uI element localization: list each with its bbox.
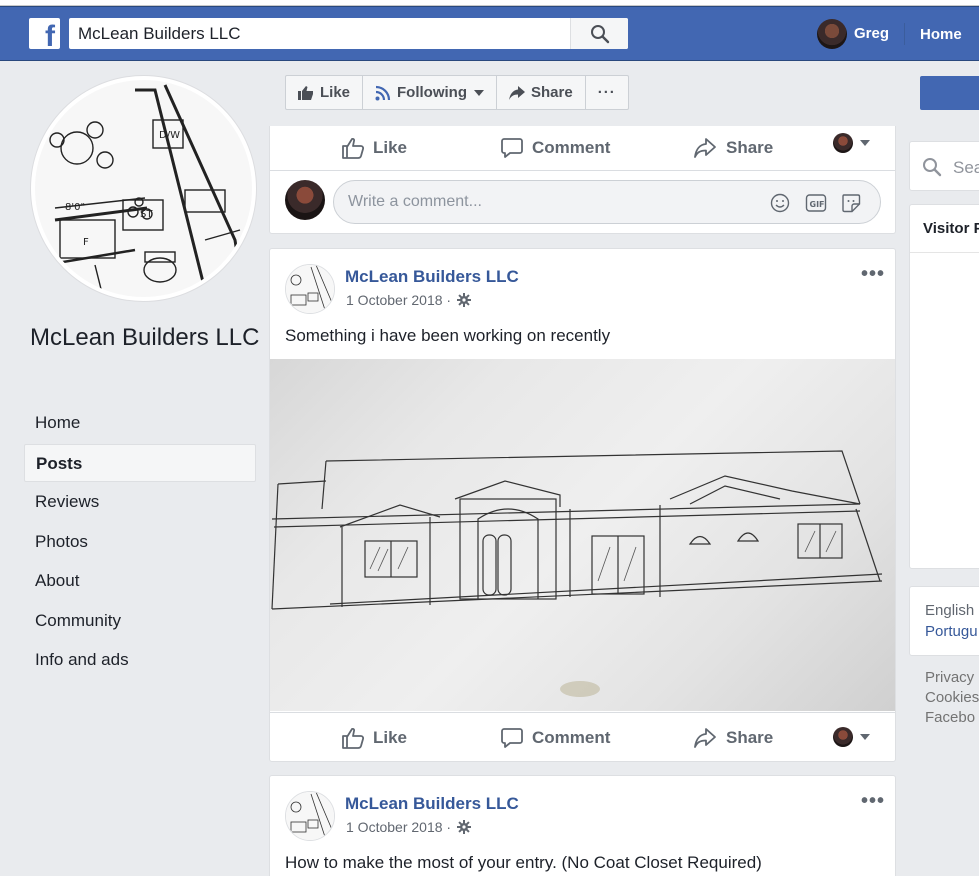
post-author-avatar[interactable] [285, 791, 335, 841]
page-following-button[interactable]: Following [362, 75, 497, 110]
page-more-button[interactable]: ··· [584, 75, 629, 110]
nav-home-link[interactable]: Home [920, 26, 962, 43]
facebook-logo-icon[interactable]: f [29, 18, 60, 52]
search-icon [923, 158, 942, 177]
chevron-down-icon [474, 89, 484, 96]
gear-icon [457, 293, 472, 307]
footer-links: Privacy Cookies Facebo [925, 668, 979, 728]
post-author-name[interactable]: McLean Builders LLC [345, 794, 519, 814]
like-button[interactable]: Like [342, 713, 407, 763]
share-arrow-outline-icon [694, 728, 716, 748]
visitor-posts-title: Visitor P [923, 220, 979, 237]
visitor-posts-panel: Visitor P [909, 204, 979, 569]
page-title: McLean Builders LLC [30, 324, 260, 351]
post-date[interactable]: 1 October 2018 · [346, 819, 451, 835]
reaction-bar: Like Comment Share [270, 712, 895, 762]
footer-link-cookies[interactable]: Cookies [925, 688, 979, 708]
post-photo[interactable] [270, 359, 895, 711]
nav-user-name: Greg [854, 25, 890, 42]
post-text: How to make the most of your entry. (No … [285, 853, 762, 872]
reaction-identity-selector[interactable] [833, 133, 870, 153]
emoji-icon[interactable] [770, 193, 790, 213]
nav-item-info-and-ads[interactable]: Info and ads [24, 641, 256, 679]
post-date[interactable]: 1 October 2018 · [346, 292, 451, 308]
comment-button[interactable]: Comment [501, 126, 610, 170]
nav-item-posts[interactable]: Posts [24, 443, 256, 482]
page-search-placeholder: Sea [953, 158, 979, 177]
post-text: Something i have been working on recentl… [285, 326, 611, 345]
house-elevation-sketch-image [271, 450, 883, 697]
thumbs-up-outline-icon [342, 137, 364, 159]
floorplan-sketch-image: D/W 8'0" F ST [35, 80, 252, 297]
page-search-box[interactable]: Sea [909, 141, 979, 191]
share-button[interactable]: Share [693, 126, 773, 170]
footer-link-privacy[interactable]: Privacy [925, 668, 979, 688]
share-arrow-icon [509, 85, 525, 100]
share-button[interactable]: Share [693, 713, 773, 763]
nav-item-home[interactable]: Home [24, 404, 256, 442]
thumbs-up-outline-icon [342, 727, 364, 749]
svg-text:D/W: D/W [159, 130, 180, 141]
nav-item-community[interactable]: Community [24, 602, 256, 640]
post-card: McLean Builders LLC 1 October 2018 · •••… [269, 248, 896, 762]
nav-divider [904, 23, 905, 45]
divider [910, 252, 979, 253]
commenter-avatar [285, 180, 325, 220]
gear-icon [457, 820, 472, 834]
svg-text:8'0": 8'0" [65, 202, 85, 213]
post-author-name[interactable]: McLean Builders LLC [345, 267, 519, 287]
chevron-down-icon [860, 734, 870, 740]
top-navigation-bar: f Greg Home [0, 6, 979, 61]
floorplan-thumbnail-image [286, 265, 334, 313]
post-meta: 1 October 2018 · [346, 819, 472, 835]
search-icon [591, 25, 610, 44]
user-avatar [817, 18, 847, 49]
page-like-button[interactable]: Like [285, 75, 364, 110]
language-panel: English Portugu [909, 586, 979, 656]
post-options-button[interactable]: ••• [861, 790, 885, 813]
chevron-down-icon [860, 140, 870, 146]
comment-bubble-icon [501, 138, 523, 158]
svg-text:ST: ST [140, 209, 153, 220]
nav-item-photos[interactable]: Photos [24, 523, 256, 561]
post-options-button[interactable]: ••• [861, 263, 885, 286]
footer-link-facebook[interactable]: Facebo [925, 708, 979, 728]
post-meta: 1 October 2018 · [346, 292, 472, 308]
reaction-identity-selector[interactable] [833, 727, 870, 747]
gif-icon[interactable]: GIF [805, 193, 827, 213]
post-card-partial: Like Comment Share GIF [269, 126, 896, 234]
nav-item-about[interactable]: About [24, 562, 256, 600]
primary-cta-button[interactable] [920, 76, 979, 110]
page-left-nav: Home Posts Reviews Photos About Communit… [24, 404, 256, 681]
svg-text:GIF: GIF [810, 200, 825, 209]
page-profile-picture[interactable]: D/W 8'0" F ST [31, 76, 256, 301]
nav-user-profile[interactable]: Greg [817, 18, 889, 49]
post-card: McLean Builders LLC 1 October 2018 · •••… [269, 775, 896, 876]
sticker-icon[interactable] [841, 193, 861, 213]
language-link-portuguese[interactable]: Portugu [925, 623, 978, 640]
more-options-icon: ··· [597, 84, 616, 101]
svg-text:F: F [83, 237, 89, 248]
share-arrow-outline-icon [694, 138, 716, 158]
floorplan-thumbnail-image [286, 792, 334, 840]
page-action-bar: Like Following Share ··· [285, 75, 629, 110]
comment-input[interactable] [348, 181, 748, 223]
comment-box: GIF [333, 180, 881, 224]
like-button[interactable]: Like [342, 126, 407, 170]
search-button[interactable] [570, 18, 628, 49]
comment-button[interactable]: Comment [501, 713, 610, 763]
nav-item-reviews[interactable]: Reviews [24, 483, 256, 521]
page-share-button[interactable]: Share [496, 75, 586, 110]
comment-composer: GIF [270, 170, 895, 233]
user-avatar [833, 133, 853, 153]
rss-feed-icon [375, 85, 391, 100]
search-box [69, 18, 628, 49]
thumbs-up-icon [298, 85, 313, 100]
post-author-avatar[interactable] [285, 264, 335, 314]
current-language: English [925, 602, 975, 619]
comment-bubble-icon [501, 728, 523, 748]
reaction-bar: Like Comment Share [270, 126, 895, 170]
search-input[interactable] [69, 18, 569, 49]
user-avatar [833, 727, 853, 747]
